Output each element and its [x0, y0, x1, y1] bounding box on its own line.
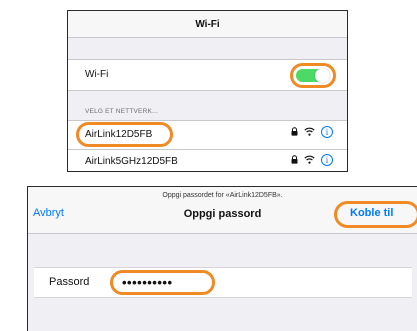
wifi-signal-icon	[304, 151, 315, 169]
wifi-signal-icon	[304, 123, 315, 141]
password-input-highlight: ••••••••••	[110, 270, 215, 295]
network-status-icons: i	[291, 153, 333, 167]
lock-icon	[291, 151, 298, 169]
network-row-airlink12d5fb[interactable]: AirLink12D5FB i	[68, 120, 347, 149]
wifi-settings-title: Wi-Fi	[68, 11, 347, 38]
info-icon[interactable]: i	[321, 154, 333, 166]
password-field-row[interactable]: Passord ••••••••••	[34, 267, 412, 298]
password-prompt: Oppgi passordet for «AirLink12D5FB».	[162, 192, 283, 199]
wifi-settings-panel: Wi-Fi Wi-Fi VELG ET NETTVERK... AirLink1…	[67, 10, 348, 172]
toggle-knob	[315, 68, 330, 83]
join-button-highlight: Koble til	[334, 201, 417, 228]
network-status-icons: i	[291, 125, 333, 139]
lock-icon	[291, 123, 298, 141]
network-name: AirLink12D5FB	[85, 129, 153, 140]
wifi-toggle-highlight	[290, 63, 336, 88]
wifi-toggle-switch[interactable]	[296, 68, 330, 83]
network-name: AirLink5GHz12D5FB	[85, 156, 178, 167]
password-input[interactable]: ••••••••••	[122, 273, 173, 292]
password-dialog-header: Oppgi passordet for «AirLink12D5FB». Avb…	[28, 187, 417, 234]
wifi-toggle-row: Wi-Fi	[68, 59, 347, 91]
choose-network-section-header: VELG ET NETTVERK...	[85, 108, 159, 115]
join-button[interactable]: Koble til	[350, 207, 393, 219]
network-row-airlink5ghz12d5fb[interactable]: AirLink5GHz12D5FB i	[68, 149, 347, 171]
password-dialog: Oppgi passordet for «AirLink12D5FB». Avb…	[27, 186, 417, 331]
wifi-toggle-label: Wi-Fi	[85, 69, 109, 80]
info-icon[interactable]: i	[321, 126, 333, 138]
password-label: Passord	[49, 276, 90, 288]
